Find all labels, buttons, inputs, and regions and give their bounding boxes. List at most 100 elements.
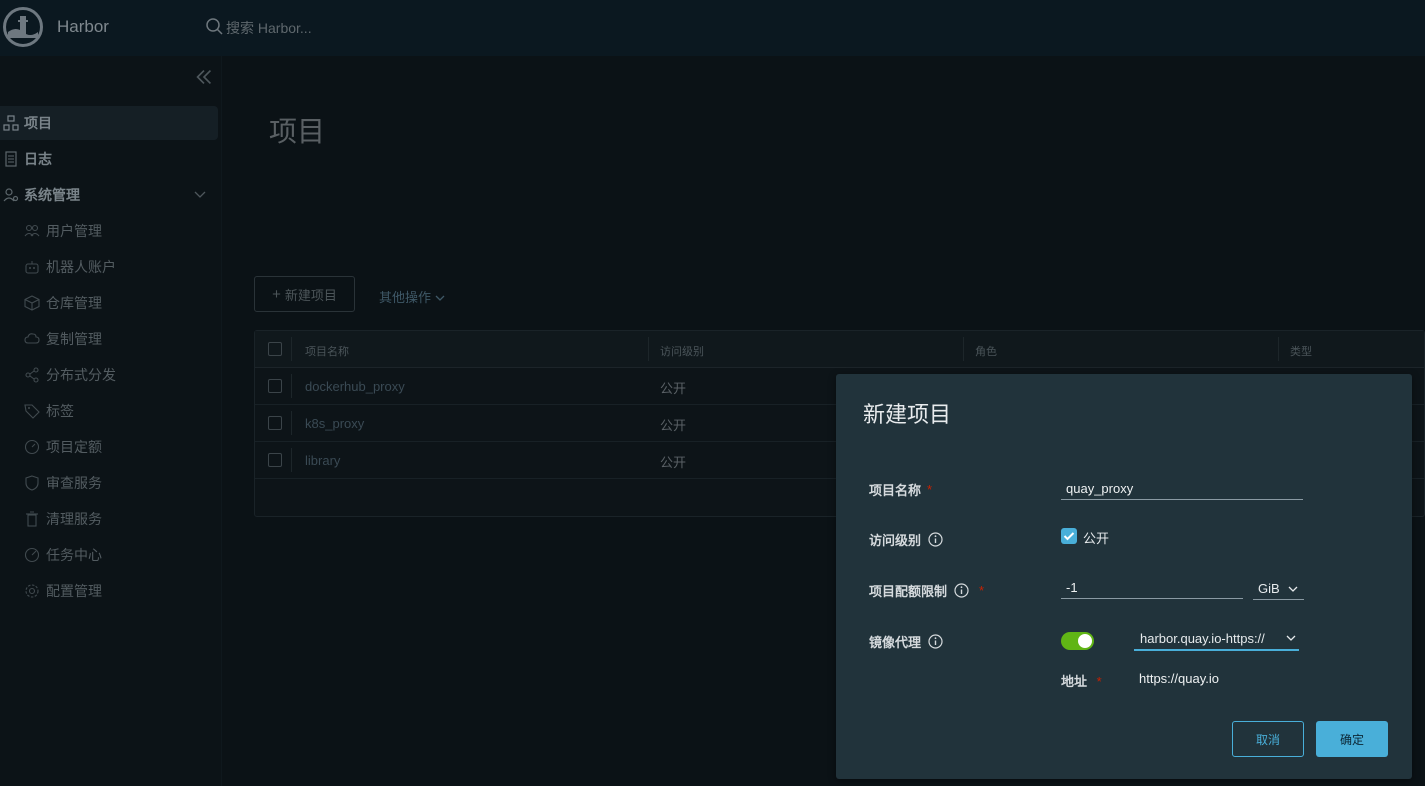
- row-checkbox[interactable]: [268, 453, 282, 467]
- sidebar-item-label: 任务中心: [46, 547, 102, 563]
- tag-icon: [24, 404, 40, 419]
- info-icon[interactable]: [928, 634, 943, 649]
- registry-icon: [24, 295, 40, 311]
- required-marker: *: [927, 482, 933, 497]
- column-header-name[interactable]: 项目名称: [305, 343, 349, 359]
- column-separator: [963, 337, 964, 361]
- sidebar-item-replications[interactable]: 复制管理: [0, 322, 218, 356]
- column-header-type[interactable]: 类型: [1290, 343, 1312, 359]
- endpoint-value: https://quay.io: [1139, 671, 1219, 686]
- row-checkbox[interactable]: [268, 416, 282, 430]
- new-project-label: 新建项目: [284, 287, 337, 303]
- required-marker: *: [979, 583, 985, 598]
- chevron-down-icon[interactable]: [194, 188, 206, 200]
- public-checkbox-label[interactable]: 公开: [1083, 528, 1109, 547]
- ok-button[interactable]: 确定: [1316, 721, 1388, 757]
- sidebar-item-job-service[interactable]: 任务中心: [0, 538, 218, 572]
- projects-icon: [3, 115, 19, 131]
- info-icon[interactable]: [928, 532, 943, 547]
- sidebar: 项目 日志 系统管理 用户管理 机器人账户 仓库管理 复制管理 分布式分发 标签…: [0, 56, 222, 786]
- column-header-role[interactable]: 角色: [975, 343, 997, 359]
- gear-icon: [25, 584, 39, 598]
- sidebar-item-label: 机器人账户: [46, 259, 116, 275]
- ok-label: 确定: [1339, 732, 1364, 747]
- share-icon: [25, 367, 39, 383]
- sidebar-item-label: 日志: [24, 151, 52, 167]
- search-icon[interactable]: [206, 18, 224, 36]
- proxy-cache-toggle[interactable]: [1061, 632, 1094, 650]
- sidebar-item-label: 标签: [46, 403, 74, 419]
- sidebar-item-admin[interactable]: 系统管理: [0, 178, 218, 212]
- sidebar-item-registries[interactable]: 仓库管理: [0, 286, 218, 320]
- row-checkbox[interactable]: [268, 379, 282, 393]
- toggle-knob: [1078, 634, 1092, 648]
- info-icon[interactable]: [954, 583, 969, 598]
- quota-unit-select[interactable]: GiB: [1253, 578, 1304, 600]
- sidebar-item-label: 配置管理: [46, 583, 102, 599]
- admin-icon: [3, 188, 19, 202]
- column-separator: [291, 337, 292, 361]
- quota-input[interactable]: [1061, 577, 1243, 599]
- column-separator: [648, 337, 649, 361]
- modal-title: 新建项目: [863, 402, 952, 427]
- harbor-logo-icon[interactable]: [3, 7, 43, 47]
- sidebar-item-configuration[interactable]: 配置管理: [0, 574, 218, 608]
- sidebar-item-projects[interactable]: 项目: [0, 106, 218, 140]
- required-marker: *: [1096, 674, 1102, 689]
- project-name-input[interactable]: [1061, 478, 1303, 500]
- label-text: 地址: [1061, 674, 1088, 689]
- sidebar-item-distribution[interactable]: 分布式分发: [0, 358, 218, 392]
- new-project-modal: 新建项目 项目名称 * 访问级别 公开 项目配额限制 * GiB 镜像代理: [836, 374, 1412, 779]
- label-text: 访问级别: [869, 533, 922, 548]
- cancel-button[interactable]: 取消: [1232, 721, 1304, 757]
- chevron-down-icon: [1286, 635, 1296, 641]
- endpoint-label: 地址 *: [1061, 671, 1102, 690]
- search-input[interactable]: [226, 17, 426, 39]
- sidebar-item-users[interactable]: 用户管理: [0, 214, 218, 248]
- robot-icon: [25, 261, 39, 274]
- column-separator: [291, 374, 292, 398]
- sidebar-item-label: 清理服务: [46, 511, 102, 527]
- sidebar-item-label: 项目: [24, 115, 52, 131]
- sidebar-item-label: 分布式分发: [46, 367, 116, 383]
- users-icon: [24, 224, 40, 237]
- quota-icon: [24, 439, 40, 455]
- cloud-replication-icon: [24, 333, 40, 344]
- sidebar-item-robot-accounts[interactable]: 机器人账户: [0, 250, 218, 284]
- app-title[interactable]: Harbor: [57, 17, 109, 37]
- project-name-link[interactable]: k8s_proxy: [305, 416, 364, 431]
- access-level: 公开: [660, 455, 687, 470]
- cancel-label: 取消: [1255, 732, 1280, 747]
- table-header: 项目名称 访问级别 角色 类型: [255, 331, 1424, 368]
- column-separator: [1278, 337, 1279, 361]
- sidebar-item-gc[interactable]: 清理服务: [0, 502, 218, 536]
- sidebar-item-scanners[interactable]: 审查服务: [0, 466, 218, 500]
- proxy-registry-value: harbor.quay.io-https://: [1140, 630, 1265, 646]
- quota-label: 项目配额限制 *: [869, 581, 984, 600]
- project-name-link[interactable]: library: [305, 453, 340, 468]
- other-operations-dropdown[interactable]: 其他操作: [379, 287, 445, 306]
- sidebar-item-logs[interactable]: 日志: [0, 142, 218, 176]
- sidebar-item-labels[interactable]: 标签: [0, 394, 218, 428]
- project-name-label: 项目名称 *: [869, 480, 932, 499]
- proxy-registry-select[interactable]: harbor.quay.io-https://: [1134, 627, 1299, 651]
- new-project-button[interactable]: + 新建项目: [254, 276, 355, 312]
- label-text: 镜像代理: [869, 635, 922, 650]
- unit-value: GiB: [1258, 581, 1280, 596]
- other-ops-label: 其他操作: [379, 290, 432, 305]
- column-header-access[interactable]: 访问级别: [660, 343, 704, 359]
- checkmark-icon: [1063, 532, 1075, 541]
- collapse-sidebar-icon[interactable]: [194, 68, 214, 86]
- sidebar-item-label: 复制管理: [46, 331, 102, 347]
- sidebar-item-label: 用户管理: [46, 223, 102, 239]
- shield-icon: [25, 475, 39, 491]
- trash-icon: [26, 511, 38, 527]
- project-name-link[interactable]: dockerhub_proxy: [305, 379, 405, 394]
- sidebar-item-quotas[interactable]: 项目定额: [0, 430, 218, 464]
- column-separator: [291, 448, 292, 472]
- plus-icon: +: [272, 285, 281, 303]
- page-title: 项目: [269, 116, 326, 147]
- public-checkbox[interactable]: [1061, 528, 1077, 544]
- sidebar-item-label: 项目定额: [46, 439, 102, 455]
- select-all-checkbox[interactable]: [268, 342, 282, 356]
